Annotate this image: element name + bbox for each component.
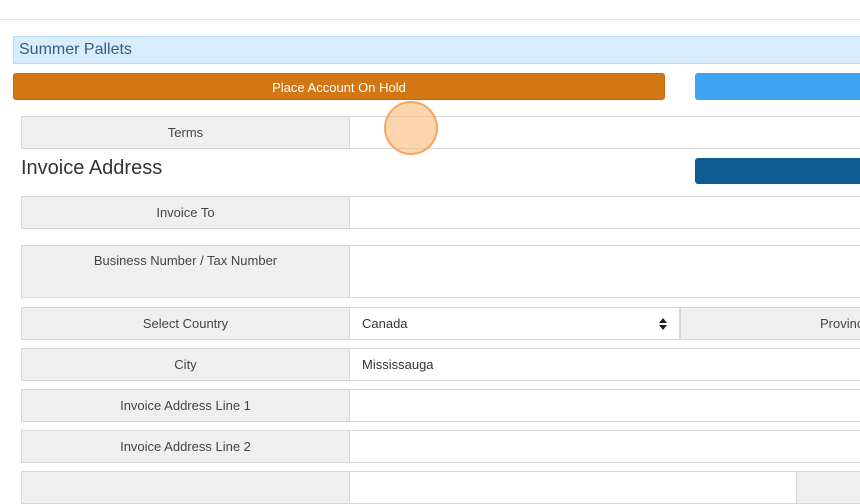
invoice-to-row: Invoice To — [21, 196, 860, 229]
address-line2-label: Invoice Address Line 2 — [21, 430, 350, 463]
address-line1-row: Invoice Address Line 1 — [21, 389, 860, 422]
next-row-label — [21, 471, 350, 504]
next-row-partial — [21, 471, 860, 504]
account-name-header: Summer Pallets — [13, 36, 860, 64]
invoice-to-label: Invoice To — [21, 196, 350, 229]
city-input[interactable]: Mississauga — [350, 348, 860, 381]
sort-arrows-icon — [659, 318, 667, 330]
select-country-label: Select Country — [21, 307, 350, 340]
province-label: Provinc — [680, 307, 860, 340]
invoice-address-title: Invoice Address — [21, 157, 163, 179]
terms-row: Terms — [21, 116, 860, 149]
invoice-to-input[interactable] — [350, 196, 860, 229]
city-row: City Mississauga — [21, 348, 860, 381]
action-button-blue[interactable] — [695, 73, 860, 100]
business-number-label: Business Number / Tax Number — [21, 245, 350, 298]
place-on-hold-button[interactable]: Place Account On Hold — [13, 73, 665, 100]
address-line2-input[interactable] — [350, 430, 860, 463]
terms-label: Terms — [21, 116, 350, 149]
business-number-input[interactable] — [350, 245, 860, 298]
country-row: Select Country Canada Provinc — [21, 307, 860, 340]
address-line1-label: Invoice Address Line 1 — [21, 389, 350, 422]
country-value: Canada — [362, 316, 408, 331]
country-select[interactable]: Canada — [350, 307, 680, 340]
top-divider — [0, 19, 860, 20]
address-line2-row: Invoice Address Line 2 — [21, 430, 860, 463]
business-number-row: Business Number / Tax Number — [21, 245, 860, 298]
address-line1-input[interactable] — [350, 389, 860, 422]
invoice-address-action-button[interactable] — [695, 158, 860, 184]
next-row-input[interactable] — [350, 471, 860, 504]
click-indicator — [384, 101, 438, 155]
city-label: City — [21, 348, 350, 381]
next-row-side-label — [796, 471, 860, 504]
